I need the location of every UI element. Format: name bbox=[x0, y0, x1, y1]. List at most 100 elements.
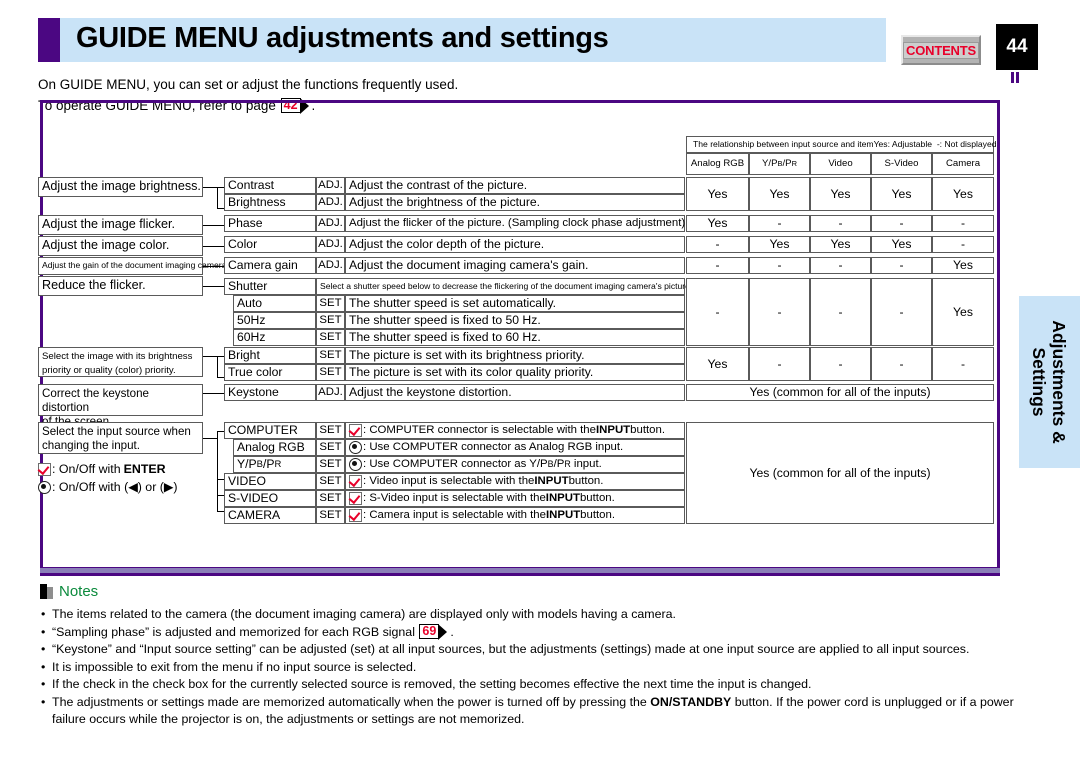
connector-line bbox=[217, 187, 224, 188]
row-desc-ypbpr: : Use COMPUTER connector as Y/P B/P R inpu… bbox=[345, 456, 685, 473]
row-name-ypbpr: Y/P B/P R bbox=[233, 456, 316, 473]
row-name-color: Color bbox=[224, 236, 316, 253]
note-bullet: • bbox=[41, 694, 46, 709]
notes-list: • The items related to the camera (the d… bbox=[41, 606, 1041, 728]
note-bullet: • bbox=[41, 607, 46, 621]
row-desc-phase: Adjust the flicker of the picture. (Samp… bbox=[345, 215, 685, 232]
checkbox-icon bbox=[349, 509, 362, 522]
row-desc-computer: : COMPUTER connector is selectable with … bbox=[345, 422, 685, 439]
page-header: GUIDE MENU adjustments and settings bbox=[38, 18, 886, 62]
matrix-caption-row: The relationship between input source an… bbox=[686, 136, 997, 153]
matrix-val-color-svideo: Yes bbox=[871, 236, 932, 253]
connector-line bbox=[203, 286, 224, 287]
connector-line bbox=[203, 438, 217, 439]
matrix-val-contrast-video: Yes bbox=[810, 177, 871, 211]
matrix-val-color-analog: - bbox=[686, 236, 749, 253]
connector-line bbox=[203, 266, 224, 267]
row-type-true-color: SET bbox=[316, 364, 345, 381]
matrix-val-shutter-camera: Yes bbox=[932, 278, 994, 346]
matrix-val-contrast-svideo: Yes bbox=[871, 177, 932, 211]
note-item: • The items related to the camera (the d… bbox=[41, 606, 1041, 623]
row-type-keystone: ADJ. bbox=[316, 384, 345, 401]
row-type-phase: ADJ. bbox=[316, 215, 345, 232]
row-name-brightness: Brightness bbox=[224, 194, 316, 211]
radio-icon bbox=[349, 458, 362, 471]
matrix-col-svideo: S-Video bbox=[871, 153, 932, 175]
note-item: • The adjustments or settings made are m… bbox=[41, 694, 1041, 727]
note-item: • “Keystone” and “Input source setting” … bbox=[41, 641, 1041, 658]
connector-line bbox=[217, 208, 224, 209]
radio-icon bbox=[349, 441, 362, 454]
row-type-video: SET bbox=[316, 473, 345, 490]
matrix-val-shutter-ypbpr: - bbox=[749, 278, 810, 346]
left-label-flicker: Adjust the image flicker. bbox=[38, 215, 203, 235]
row-desc-auto: The shutter speed is set automatically. bbox=[345, 295, 685, 312]
note-bullet: • bbox=[41, 624, 46, 639]
row-type-contrast: ADJ. bbox=[316, 177, 345, 194]
row-type-50hz: SET bbox=[316, 312, 345, 329]
connector-line bbox=[217, 187, 218, 208]
radio-icon bbox=[38, 480, 51, 494]
matrix-val-phase-camera: - bbox=[932, 215, 994, 232]
row-type-analog-rgb: SET bbox=[316, 439, 345, 456]
side-tab-label: Adjustments & Settings bbox=[1029, 320, 1070, 444]
matrix-val-gain-camera: Yes bbox=[932, 257, 994, 274]
left-label-input-source: Select the input source when changing the… bbox=[38, 422, 203, 454]
connector-line bbox=[203, 225, 224, 226]
connector-line bbox=[217, 495, 224, 496]
side-tab-adjustments-settings: Adjustments & Settings bbox=[1019, 296, 1080, 468]
row-desc-contrast: Adjust the contrast of the picture. bbox=[345, 177, 685, 194]
row-type-bright: SET bbox=[316, 347, 345, 364]
row-desc-camera-gain: Adjust the document imaging camera's gai… bbox=[345, 257, 685, 274]
matrix-val-phase-video: - bbox=[810, 215, 871, 232]
row-desc-keystone: Adjust the keystone distortion. bbox=[345, 384, 685, 401]
note-text: The adjustments or settings made are mem… bbox=[52, 694, 1014, 726]
matrix-caption: The relationship between input source an… bbox=[693, 138, 874, 149]
row-name-bright: Bright bbox=[224, 347, 316, 364]
connector-line bbox=[217, 479, 224, 480]
row-desc-video: : Video input is selectable with the INP… bbox=[345, 473, 685, 490]
row-desc-true-color: The picture is set with its color qualit… bbox=[345, 364, 685, 381]
matrix-val-shutter-analog: - bbox=[686, 278, 749, 346]
matrix-val-gain-video: - bbox=[810, 257, 871, 274]
page-title: GUIDE MENU adjustments and settings bbox=[76, 22, 609, 54]
row-name-60hz: 60Hz bbox=[233, 329, 316, 346]
note-text: It is impossible to exit from the menu i… bbox=[52, 659, 417, 674]
row-type-svideo: SET bbox=[316, 490, 345, 507]
row-name-svideo: S-VIDEO bbox=[224, 490, 316, 507]
note-bullet: • bbox=[41, 642, 46, 657]
row-desc-svideo: : S-Video input is selectable with the I… bbox=[345, 490, 685, 507]
row-name-shutter: Shutter bbox=[224, 278, 316, 295]
matrix-val-color-video: Yes bbox=[810, 236, 871, 253]
contents-button[interactable]: CONTENTS bbox=[901, 35, 981, 65]
note-text: “Keystone” and “Input source setting” ca… bbox=[52, 642, 970, 657]
row-name-keystone: Keystone bbox=[224, 384, 316, 401]
connector-line bbox=[217, 511, 224, 512]
connector-line bbox=[203, 246, 224, 247]
page-reference-69[interactable]: 69 bbox=[419, 623, 448, 641]
row-desc-analog-rgb: : Use COMPUTER connector as Analog RGB i… bbox=[345, 439, 685, 456]
row-name-auto: Auto bbox=[233, 295, 316, 312]
connector-line bbox=[203, 356, 217, 357]
intro-line-1: On GUIDE MENU, you can set or adjust the… bbox=[38, 77, 459, 92]
left-label-keystone: Correct the keystone distortionof the sc… bbox=[38, 384, 203, 428]
row-name-contrast: Contrast bbox=[224, 177, 316, 194]
row-type-brightness: ADJ. bbox=[316, 194, 345, 211]
matrix-val-bright-video: - bbox=[810, 347, 871, 381]
connector-line bbox=[217, 356, 218, 377]
left-label-color: Adjust the image color. bbox=[38, 236, 203, 256]
icon-legend: : On/Off with ENTER : On/Off with (◀) or… bbox=[38, 460, 178, 496]
contents-button-label: CONTENTS bbox=[903, 41, 979, 59]
note-bullet: • bbox=[41, 659, 46, 674]
row-type-computer: SET bbox=[316, 422, 345, 439]
row-name-camera: CAMERA bbox=[224, 507, 316, 524]
notes-title: Notes bbox=[59, 583, 99, 600]
matrix-val-contrast-ypbpr: Yes bbox=[749, 177, 810, 211]
note-text: “Sampling phase” is adjusted and memoriz… bbox=[52, 623, 454, 641]
row-desc-color: Adjust the color depth of the picture. bbox=[345, 236, 685, 253]
row-type-camera: SET bbox=[316, 507, 345, 524]
note-text: If the check in the check box for the cu… bbox=[52, 677, 812, 692]
header-accent-tab bbox=[38, 18, 60, 62]
connector-line bbox=[203, 187, 217, 188]
matrix-val-shutter-svideo: - bbox=[871, 278, 932, 346]
